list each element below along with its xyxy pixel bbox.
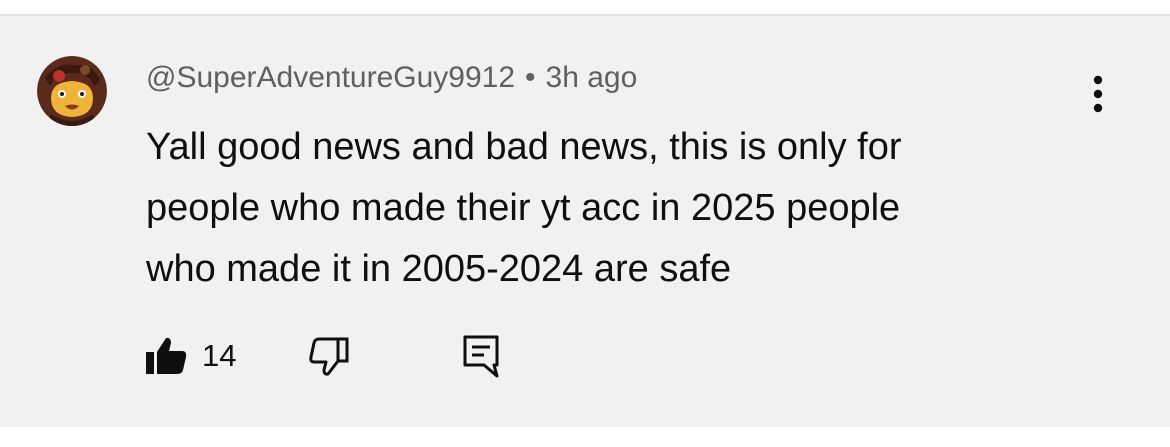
timestamp: 3h ago xyxy=(545,61,638,94)
reply-button[interactable] xyxy=(462,334,500,378)
comment-actions: 14 xyxy=(144,334,500,378)
thumbs-down-outline-icon xyxy=(309,337,349,376)
dislike-button[interactable] xyxy=(308,336,350,376)
comment-line: who made it in 2005-2024 are safe xyxy=(146,248,732,290)
like-button[interactable]: 14 xyxy=(144,336,236,376)
comment-body: Yall good news and bad news, this is onl… xyxy=(146,117,1046,300)
like-count: 14 xyxy=(202,338,237,373)
comment-reply-icon xyxy=(463,335,499,378)
comment-card: @SuperAdventureGuy9912 • 3h ago Yall goo… xyxy=(0,14,1170,427)
comment-line: Yall good news and bad news, this is onl… xyxy=(146,126,902,168)
cartoon-face-icon xyxy=(37,56,107,126)
comment-meta: @SuperAdventureGuy9912 • 3h ago xyxy=(146,58,637,98)
avatar[interactable] xyxy=(37,56,107,126)
thumbs-up-filled-icon xyxy=(146,337,187,374)
comment-line: people who made their yt acc in 2025 peo… xyxy=(146,187,901,229)
author-handle[interactable]: @SuperAdventureGuy9912 xyxy=(146,61,515,95)
meta-separator: • xyxy=(525,61,536,94)
more-options-button[interactable] xyxy=(1080,72,1116,116)
vertical-dots-icon xyxy=(1093,75,1103,113)
